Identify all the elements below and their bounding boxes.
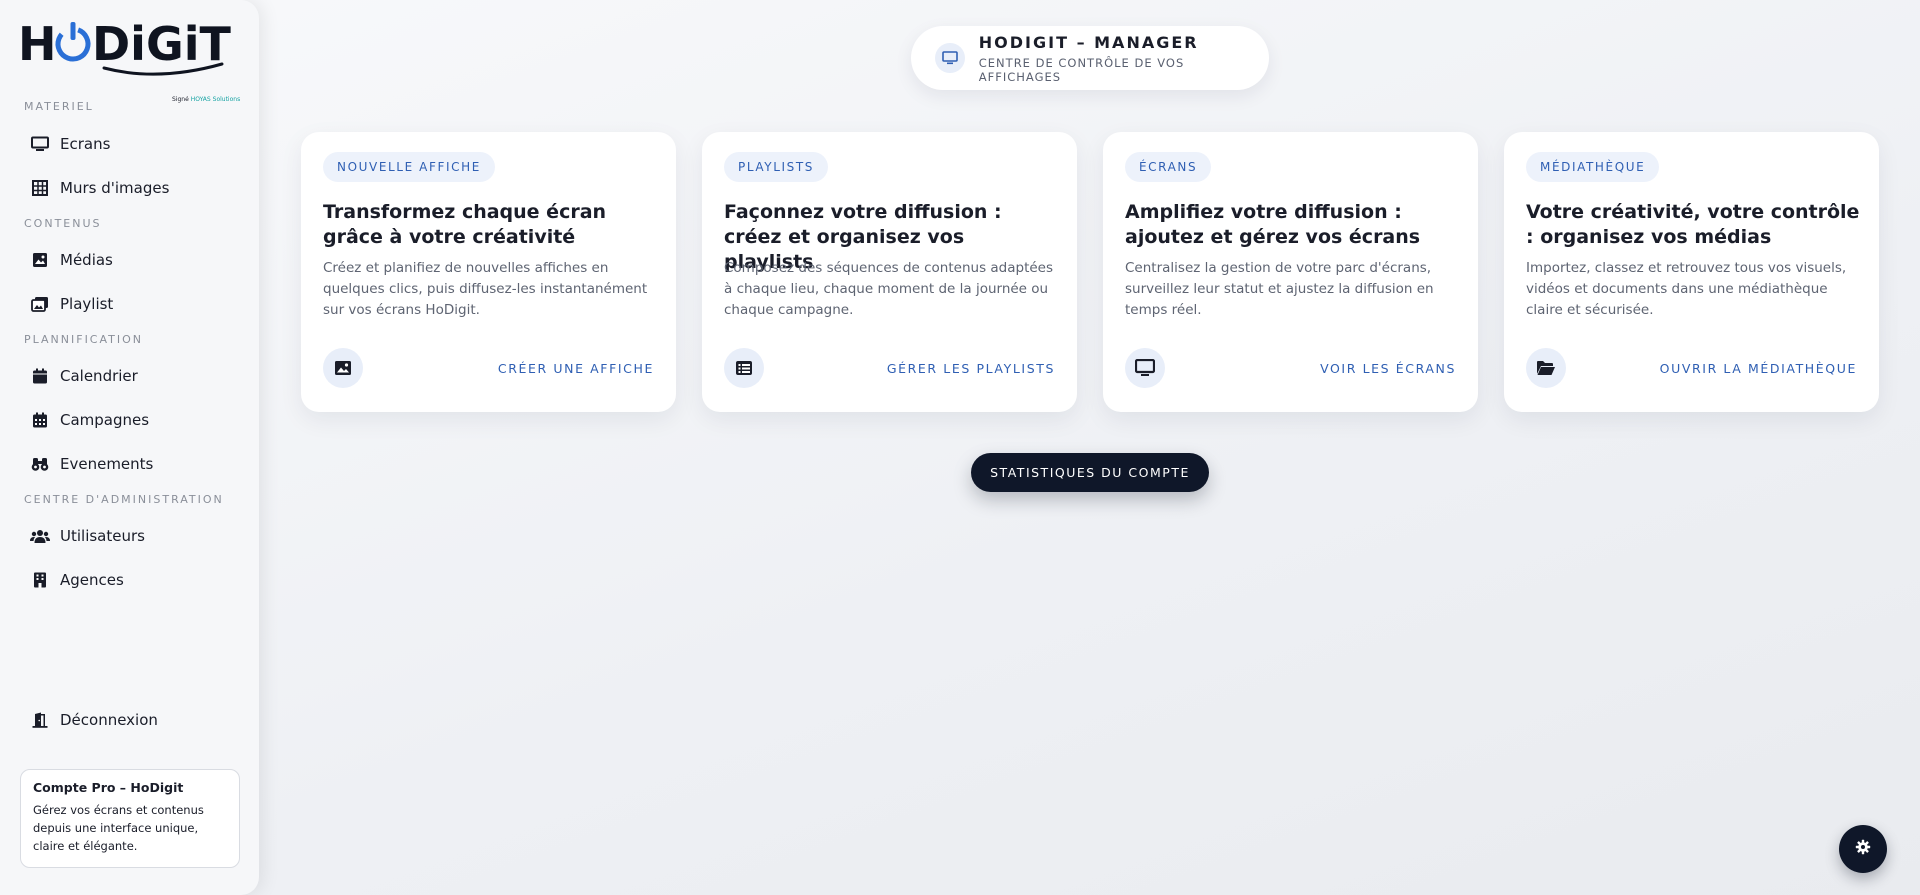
card-title: Votre créativité, votre contrôle : organ…: [1526, 201, 1860, 248]
folder-open-icon: [1526, 348, 1566, 388]
sidebar-item-campagnes[interactable]: Campagnes: [20, 402, 240, 438]
section-materiel: MATERIEL: [24, 100, 94, 113]
card-description: Composez des séquences de contenus adapt…: [724, 260, 1054, 318]
binoculars-icon: [20, 456, 60, 472]
card-mediatheque: MÉDIATHÈQUE Votre créativité, votre cont…: [1504, 132, 1879, 412]
gear-icon: [1855, 839, 1871, 859]
logo-tagline: Signé HOYAS Solutions: [172, 96, 240, 103]
open-media-library-link[interactable]: OUVRIR LA MÉDIATHÈQUE: [1660, 361, 1857, 376]
door-open-icon: [20, 712, 60, 728]
sidebar-item-label: Calendrier: [60, 367, 138, 385]
section-administration: CENTRE D'ADMINISTRATION: [24, 493, 224, 506]
sidebar-item-label: Murs d'images: [60, 179, 170, 197]
sidebar-item-ecrans[interactable]: Ecrans: [20, 126, 240, 162]
sidebar-item-agences[interactable]: Agences: [20, 562, 240, 598]
sidebar-item-label: Agences: [60, 571, 124, 589]
sidebar-item-label: Utilisateurs: [60, 527, 145, 545]
logo-tagline-prefix: Signé: [172, 96, 189, 103]
card-badge: PLAYLISTS: [724, 152, 828, 182]
card-ecrans: ÉCRANS Amplifiez votre diffusion : ajout…: [1103, 132, 1478, 412]
sidebar: H DiGiT Signé HOYAS Solutions MATERIEL E…: [0, 0, 259, 895]
card-title: Amplifiez votre diffusion : ajoutez et g…: [1125, 201, 1421, 248]
view-screens-link[interactable]: VOIR LES ÉCRANS: [1320, 361, 1456, 376]
page-title: HODIGIT – MANAGER: [978, 32, 1199, 52]
pro-account-text: Gérez vos écrans et contenus depuis une …: [33, 803, 204, 853]
create-poster-link[interactable]: CRÉER UNE AFFICHE: [498, 361, 654, 376]
app-header: HODIGIT – MANAGER CENTRE DE CONTRÔLE DE …: [911, 26, 1269, 90]
users-icon: [20, 528, 60, 544]
pro-account-title: Compte Pro – HoDigit: [33, 780, 184, 795]
calendar-icon: [20, 368, 60, 384]
calendar-days-icon: [20, 412, 60, 428]
monitor-icon: [20, 136, 60, 152]
logo-graphic: H DiGiT: [18, 17, 231, 76]
sidebar-item-calendrier[interactable]: Calendrier: [20, 358, 240, 394]
image-icon: [323, 348, 363, 388]
manage-playlists-link[interactable]: GÉRER LES PLAYLISTS: [887, 361, 1055, 376]
sidebar-item-medias[interactable]: Médias: [20, 242, 240, 278]
monitor-icon: [935, 43, 965, 73]
logo-tagline-brand: HOYAS Solutions: [190, 96, 241, 103]
images-stack-icon: [20, 296, 60, 312]
sidebar-item-utilisateurs[interactable]: Utilisateurs: [20, 518, 240, 554]
card-playlists: PLAYLISTS Façonnez votre diffusion : cré…: [702, 132, 1077, 412]
card-badge: ÉCRANS: [1125, 152, 1212, 182]
monitor-icon: [1125, 348, 1165, 388]
card-badge: MÉDIATHÈQUE: [1526, 152, 1660, 182]
section-planification: PLANNIFICATION: [24, 333, 144, 346]
sidebar-item-murs-images[interactable]: Murs d'images: [20, 170, 240, 206]
grid-icon: [20, 180, 60, 196]
sidebar-item-label: Playlist: [60, 295, 114, 313]
image-icon: [20, 252, 60, 268]
logout-label: Déconnexion: [60, 711, 158, 729]
list-icon: [724, 348, 764, 388]
card-description: Créez et planifiez de nouvelles affiches…: [323, 260, 648, 318]
svg-text:H: H: [18, 17, 57, 71]
pro-account-card: Compte Pro – HoDigit Gérez vos écrans et…: [20, 769, 240, 868]
settings-button[interactable]: [1839, 825, 1887, 873]
section-contenus: CONTENUS: [24, 217, 102, 230]
sidebar-item-label: Campagnes: [60, 411, 150, 429]
sidebar-item-label: Médias: [60, 251, 113, 269]
account-stats-button[interactable]: STATISTIQUES DU COMPTE: [971, 453, 1209, 492]
card-description: Centralisez la gestion de votre parc d'é…: [1125, 260, 1434, 318]
building-icon: [20, 572, 60, 588]
card-badge: NOUVELLE AFFICHE: [323, 152, 495, 182]
card-nouvelle-affiche: NOUVELLE AFFICHE Transformez chaque écra…: [301, 132, 676, 412]
sidebar-item-evenements[interactable]: Evenements: [20, 446, 240, 482]
sidebar-item-label: Ecrans: [60, 135, 111, 153]
logout-button[interactable]: Déconnexion: [20, 702, 240, 738]
sidebar-item-playlist[interactable]: Playlist: [20, 286, 240, 322]
svg-text:DiGiT: DiGiT: [92, 17, 231, 71]
hodigit-logo[interactable]: H DiGiT Signé HOYAS Solutions: [18, 16, 243, 103]
card-description: Importez, classez et retrouvez tous vos …: [1526, 260, 1847, 318]
card-title: Transformez chaque écran grâce à votre c…: [323, 201, 607, 248]
sidebar-item-label: Evenements: [60, 455, 154, 473]
page-subtitle: CENTRE DE CONTRÔLE DE VOS AFFICHAGES: [978, 55, 1185, 84]
